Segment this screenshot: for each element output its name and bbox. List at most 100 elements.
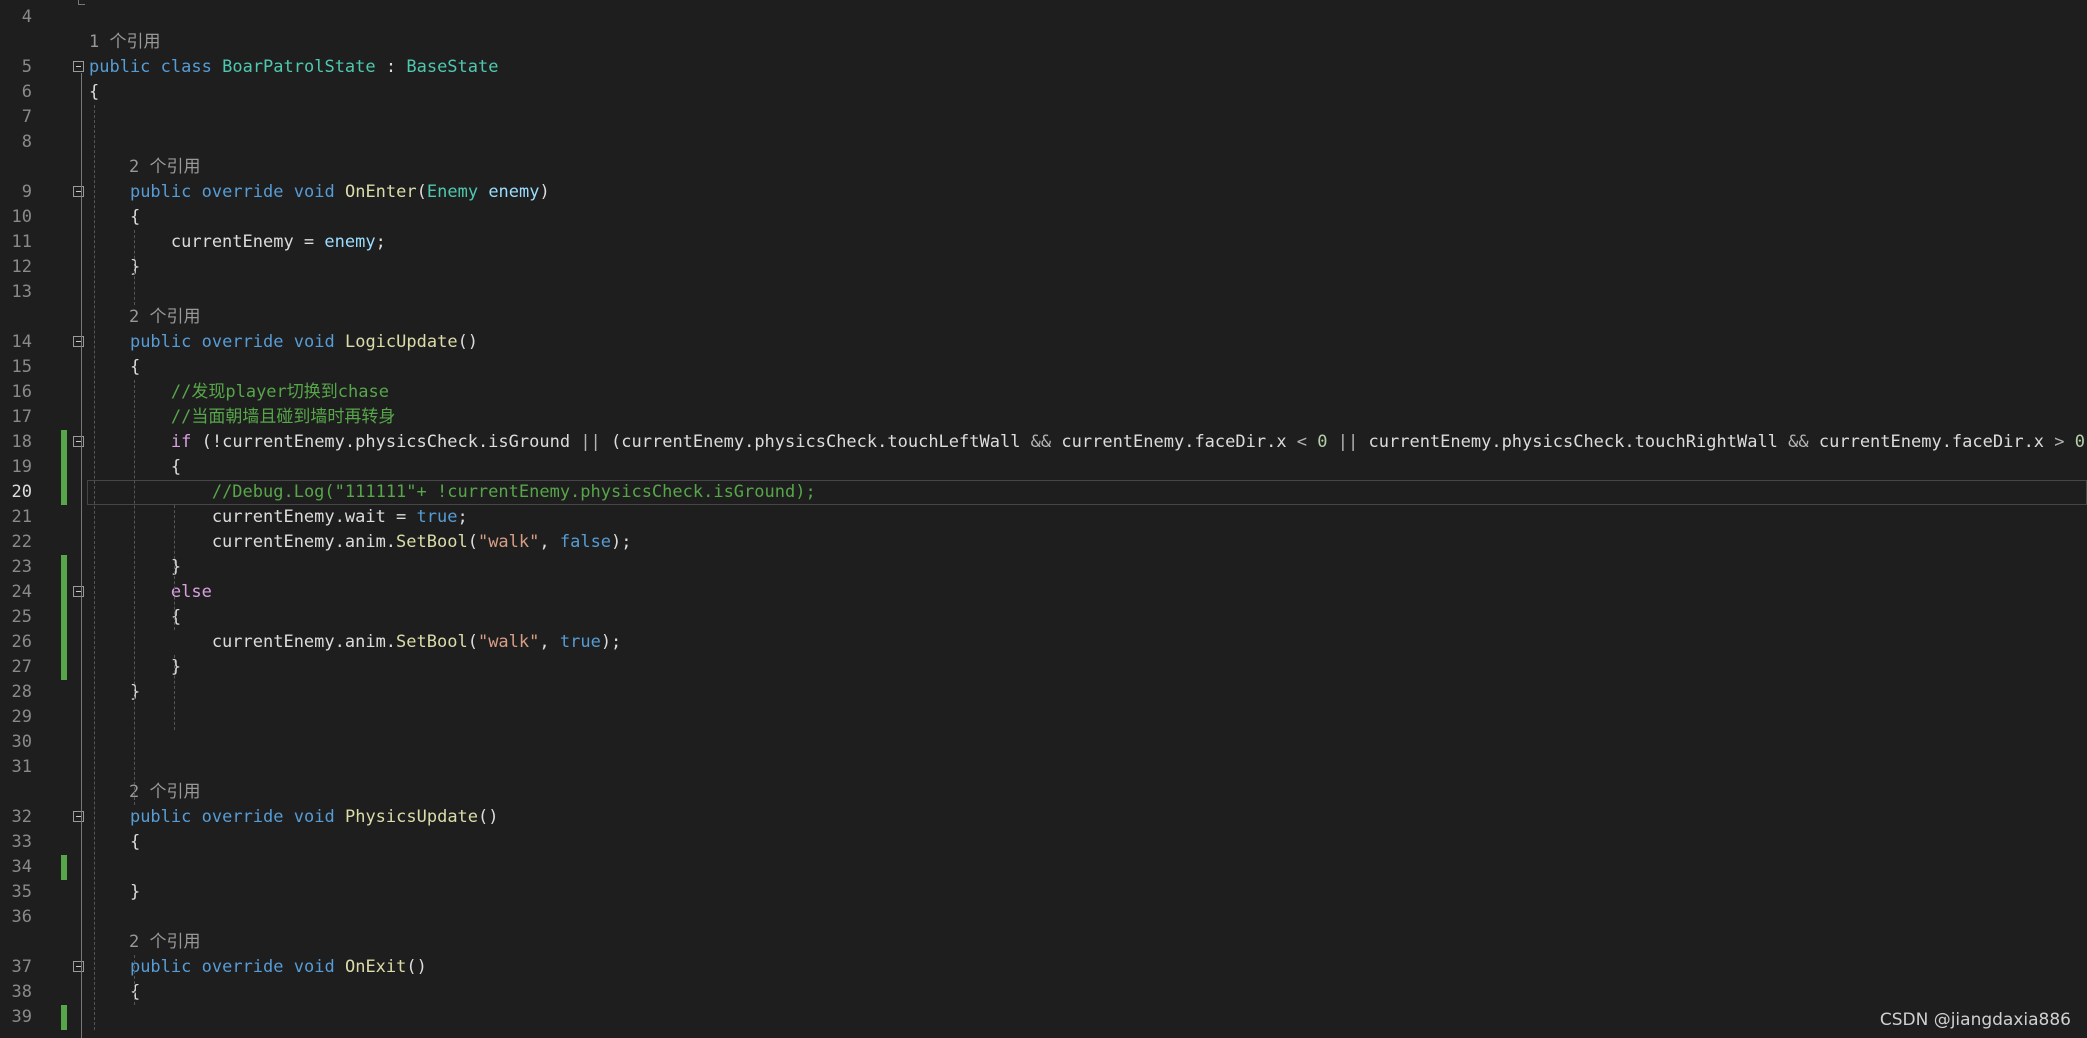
code-text[interactable]: else bbox=[89, 580, 212, 605]
line-number: 6 bbox=[21, 82, 32, 102]
code-token: currentEnemy.anim. bbox=[89, 632, 397, 652]
code-token: } bbox=[89, 557, 182, 577]
code-text[interactable]: { bbox=[89, 830, 140, 855]
code-text[interactable]: public override void PhysicsUpdate() bbox=[89, 805, 499, 830]
code-token: override bbox=[201, 957, 284, 977]
code-text[interactable]: if (!currentEnemy.physicsCheck.isGround … bbox=[89, 430, 2087, 455]
code-line: 30 bbox=[0, 730, 2087, 755]
change-indicator bbox=[61, 630, 67, 655]
line-number: 35 bbox=[11, 882, 32, 902]
codelens-label[interactable]: 2 个引用 bbox=[129, 305, 200, 330]
code-line: 6{ bbox=[0, 80, 2087, 105]
code-line: 33 { bbox=[0, 830, 2087, 855]
code-text[interactable]: { bbox=[89, 980, 140, 1005]
code-token: true bbox=[416, 507, 458, 527]
indent-guide bbox=[174, 655, 175, 730]
code-token: OnEnter bbox=[344, 182, 417, 202]
collapse-icon[interactable] bbox=[73, 436, 84, 447]
code-text[interactable]: } bbox=[89, 880, 140, 905]
collapse-icon[interactable] bbox=[73, 961, 84, 972]
code-token: override bbox=[201, 807, 284, 827]
code-token: Enemy bbox=[426, 182, 479, 202]
code-text[interactable]: public class BoarPatrolState : BaseState bbox=[89, 55, 498, 80]
code-token: ); bbox=[600, 632, 622, 652]
code-text[interactable]: currentEnemy.wait = true; bbox=[89, 505, 468, 530]
code-token: } bbox=[89, 257, 141, 277]
codelens-label[interactable]: 1 个引用 bbox=[89, 30, 160, 55]
line-number: 16 bbox=[11, 382, 32, 402]
codelens-references: 2 个引用 bbox=[0, 305, 2087, 330]
code-line: 16 //发现player切换到chase bbox=[0, 380, 2087, 405]
code-token: ) bbox=[539, 182, 550, 202]
code-text[interactable]: } bbox=[89, 680, 140, 705]
code-line: 27 } bbox=[0, 655, 2087, 680]
code-token: currentEnemy.physicsCheck.touchRightWall bbox=[1358, 432, 1789, 452]
code-token: { bbox=[89, 82, 100, 102]
line-number: 14 bbox=[11, 332, 32, 352]
code-line: 7 bbox=[0, 105, 2087, 130]
collapse-icon[interactable] bbox=[73, 61, 84, 72]
code-token: true bbox=[559, 632, 601, 652]
code-text[interactable]: } bbox=[89, 555, 181, 580]
change-indicator bbox=[61, 555, 67, 580]
code-text[interactable]: } bbox=[89, 655, 181, 680]
change-indicator bbox=[61, 605, 67, 630]
code-line: 24 else bbox=[0, 580, 2087, 605]
code-line: 28 } bbox=[0, 680, 2087, 705]
code-line: 38 { bbox=[0, 980, 2087, 1005]
indent-guide bbox=[134, 955, 135, 1005]
code-text[interactable]: { bbox=[89, 80, 99, 105]
code-token: { bbox=[89, 982, 141, 1002]
code-text[interactable]: { bbox=[89, 605, 181, 630]
code-text[interactable]: currentEnemy.anim.SetBool("walk", true); bbox=[89, 630, 621, 655]
collapse-icon[interactable] bbox=[73, 336, 84, 347]
line-number: 7 bbox=[21, 107, 32, 127]
collapse-icon[interactable] bbox=[73, 811, 84, 822]
change-indicator bbox=[61, 580, 67, 605]
code-line: 18 if (!currentEnemy.physicsCheck.isGrou… bbox=[0, 430, 2087, 455]
code-text[interactable]: public override void OnEnter(Enemy enemy… bbox=[89, 180, 550, 205]
codelens-label[interactable]: 2 个引用 bbox=[129, 155, 200, 180]
code-token: false bbox=[559, 532, 612, 552]
code-text[interactable]: { bbox=[89, 355, 140, 380]
code-text[interactable]: public override void OnExit() bbox=[89, 955, 427, 980]
code-line: 39 bbox=[0, 1005, 2087, 1030]
line-number: 27 bbox=[11, 657, 32, 677]
code-line: 36 bbox=[0, 905, 2087, 930]
code-token: (currentEnemy.physicsCheck.touchLeftWall bbox=[600, 432, 1031, 452]
code-token: ( bbox=[467, 632, 478, 652]
line-number: 11 bbox=[11, 232, 32, 252]
collapse-icon[interactable] bbox=[73, 186, 84, 197]
code-token: void bbox=[293, 332, 335, 352]
line-number: 36 bbox=[11, 907, 32, 927]
code-editor[interactable]: 4 1 个引用 5 public class BoarPatrolState : Ba… bbox=[0, 0, 2087, 1038]
code-line: 14 public override void LogicUpdate() bbox=[0, 330, 2087, 355]
line-number: 12 bbox=[11, 257, 32, 277]
change-indicator bbox=[61, 430, 67, 455]
code-text[interactable]: public override void LogicUpdate() bbox=[89, 330, 478, 355]
code-text[interactable]: currentEnemy.anim.SetBool("walk", false)… bbox=[89, 530, 632, 555]
code-line: 9 public override void OnEnter(Enemy ene… bbox=[0, 180, 2087, 205]
code-text[interactable]: { bbox=[89, 205, 140, 230]
code-line: 8 bbox=[0, 130, 2087, 155]
line-number: 13 bbox=[11, 282, 32, 302]
code-text[interactable]: //Debug.Log("111111"+ !currentEnemy.phys… bbox=[89, 480, 816, 505]
code-token: () bbox=[406, 957, 427, 977]
codelens-label[interactable]: 2 个引用 bbox=[129, 780, 200, 805]
change-indicator bbox=[61, 855, 67, 880]
codelens-label[interactable]: 2 个引用 bbox=[129, 930, 200, 955]
line-number: 29 bbox=[11, 707, 32, 727]
code-text[interactable]: } bbox=[89, 255, 140, 280]
outline-margin bbox=[81, 73, 82, 1038]
code-token: SetBool bbox=[396, 632, 468, 652]
code-line: 25 { bbox=[0, 605, 2087, 630]
collapse-icon[interactable] bbox=[73, 586, 84, 597]
code-text[interactable]: { bbox=[89, 455, 181, 480]
